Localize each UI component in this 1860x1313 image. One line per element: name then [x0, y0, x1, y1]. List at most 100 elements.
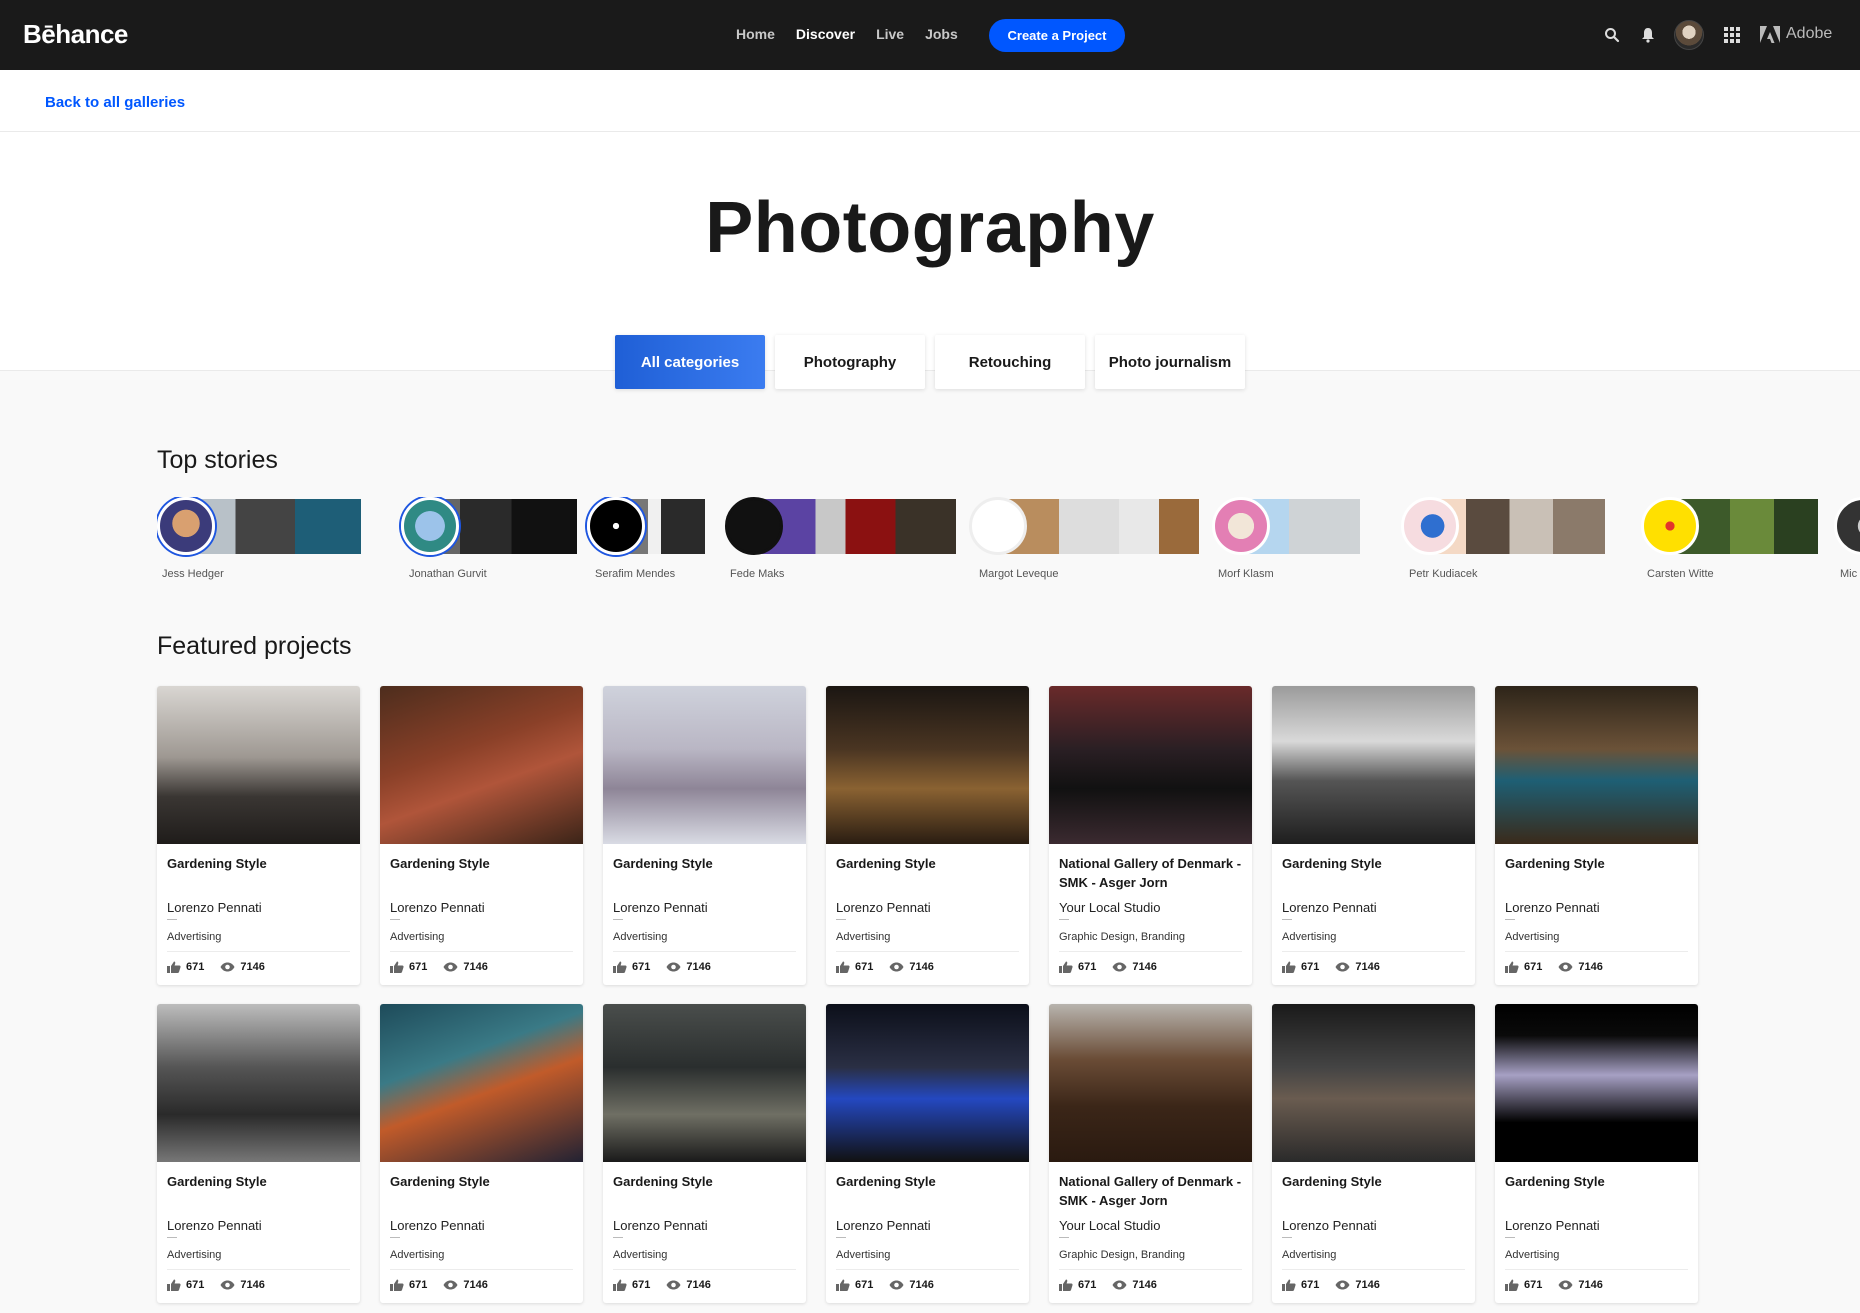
tab-all-categories[interactable]: All categories [615, 335, 765, 389]
project-title[interactable]: Gardening Style [390, 1172, 576, 1191]
project-title[interactable]: National Gallery of Denmark - SMK - Asge… [1059, 1172, 1245, 1210]
project-thumbnail[interactable] [1495, 686, 1698, 844]
thumbs-up-icon[interactable] [390, 961, 404, 973]
thumbs-up-icon[interactable] [167, 1279, 181, 1291]
project-owner[interactable]: Lorenzo Pennati [167, 900, 262, 915]
project-title[interactable]: Gardening Style [836, 854, 1022, 873]
divider [613, 951, 796, 952]
adobe-logo[interactable]: Adobe [1760, 25, 1832, 43]
project-thumbnail[interactable] [826, 686, 1029, 844]
project-thumbnail[interactable] [157, 1004, 360, 1162]
project-title[interactable]: Gardening Style [1505, 854, 1691, 873]
project-owner[interactable]: Lorenzo Pennati [613, 900, 708, 915]
behance-logo[interactable]: Bēhance [23, 19, 128, 50]
thumbs-up-icon[interactable] [836, 961, 850, 973]
project-owner[interactable]: Lorenzo Pennati [1282, 1218, 1377, 1233]
project-owner[interactable]: Lorenzo Pennati [1505, 1218, 1600, 1233]
project-owner[interactable]: Lorenzo Pennati [1282, 900, 1377, 915]
project-title[interactable]: Gardening Style [167, 1172, 353, 1191]
tab-retouching[interactable]: Retouching [935, 335, 1085, 389]
project-title[interactable]: Gardening Style [390, 854, 576, 873]
project-title[interactable]: Gardening Style [836, 1172, 1022, 1191]
thumbs-up-icon[interactable] [613, 1279, 627, 1291]
project-owner[interactable]: Lorenzo Pennati [390, 1218, 485, 1233]
eye-icon [443, 962, 458, 972]
project-owner[interactable]: Lorenzo Pennati [167, 1218, 262, 1233]
nav-item-home[interactable]: Home [736, 26, 775, 42]
project-owner[interactable]: Lorenzo Pennati [613, 1218, 708, 1233]
project-title[interactable]: Gardening Style [613, 1172, 799, 1191]
project-card[interactable]: National Gallery of Denmark - SMK - Asge… [1049, 686, 1252, 985]
project-owner[interactable]: Lorenzo Pennati [1505, 900, 1600, 915]
project-title[interactable]: National Gallery of Denmark - SMK - Asge… [1059, 854, 1245, 892]
project-thumbnail[interactable] [1272, 686, 1475, 844]
view-count: 7146 [1578, 961, 1603, 973]
project-owner[interactable]: Lorenzo Pennati [390, 900, 485, 915]
project-card[interactable]: Gardening Style Lorenzo Pennati Advertis… [1495, 686, 1698, 985]
project-owner[interactable]: Your Local Studio [1059, 1218, 1160, 1233]
project-owner[interactable]: Lorenzo Pennati [836, 1218, 931, 1233]
thumbs-up-icon[interactable] [167, 961, 181, 973]
project-title[interactable]: Gardening Style [1282, 854, 1468, 873]
nav-item-live[interactable]: Live [876, 26, 904, 42]
thumbs-up-icon[interactable] [836, 1279, 850, 1291]
avatar[interactable] [1674, 20, 1704, 50]
nav-item-jobs[interactable]: Jobs [925, 26, 958, 42]
divider [390, 919, 400, 920]
nav-item-discover[interactable]: Discover [796, 26, 855, 42]
divider [613, 1237, 623, 1238]
thumbs-up-icon[interactable] [1505, 961, 1519, 973]
project-card[interactable]: Gardening Style Lorenzo Pennati Advertis… [603, 1004, 806, 1303]
project-title[interactable]: Gardening Style [613, 854, 799, 873]
project-owner[interactable]: Your Local Studio [1059, 900, 1160, 915]
project-card[interactable]: Gardening Style Lorenzo Pennati Advertis… [380, 686, 583, 985]
project-card[interactable]: Gardening Style Lorenzo Pennati Advertis… [826, 686, 1029, 985]
like-count: 671 [1301, 1279, 1320, 1291]
back-to-galleries-link[interactable]: Back to all galleries [45, 94, 185, 111]
project-category: Advertising [390, 1249, 445, 1261]
project-thumbnail[interactable] [603, 1004, 806, 1162]
thumbs-up-icon[interactable] [1282, 1279, 1296, 1291]
eye-icon [220, 962, 235, 972]
project-category: Advertising [836, 1249, 891, 1261]
project-title[interactable]: Gardening Style [1505, 1172, 1691, 1191]
project-card[interactable]: Gardening Style Lorenzo Pennati Advertis… [1272, 686, 1475, 985]
project-card[interactable]: Gardening Style Lorenzo Pennati Advertis… [157, 1004, 360, 1303]
project-thumbnail[interactable] [1495, 1004, 1698, 1162]
project-card[interactable]: Gardening Style Lorenzo Pennati Advertis… [1272, 1004, 1475, 1303]
project-thumbnail[interactable] [826, 1004, 1029, 1162]
thumbs-up-icon[interactable] [390, 1279, 404, 1291]
project-thumbnail[interactable] [380, 1004, 583, 1162]
apps-grid-icon[interactable] [1717, 20, 1747, 50]
view-count: 7146 [240, 961, 265, 973]
like-count: 671 [632, 961, 651, 973]
thumbs-up-icon[interactable] [1059, 1279, 1073, 1291]
project-thumbnail[interactable] [1272, 1004, 1475, 1162]
project-card[interactable]: Gardening Style Lorenzo Pennati Advertis… [157, 686, 360, 985]
search-icon[interactable] [1597, 20, 1627, 50]
tab-photo-journalism[interactable]: Photo journalism [1095, 335, 1245, 389]
project-card[interactable]: Gardening Style Lorenzo Pennati Advertis… [826, 1004, 1029, 1303]
project-owner[interactable]: Lorenzo Pennati [836, 900, 931, 915]
project-thumbnail[interactable] [380, 686, 583, 844]
thumbs-up-icon[interactable] [1505, 1279, 1519, 1291]
project-category: Advertising [167, 931, 222, 943]
project-thumbnail[interactable] [603, 686, 806, 844]
project-stats: 671 7146 [390, 961, 504, 973]
project-card[interactable]: Gardening Style Lorenzo Pennati Advertis… [1495, 1004, 1698, 1303]
create-project-button[interactable]: Create a Project [989, 19, 1125, 52]
thumbs-up-icon[interactable] [613, 961, 627, 973]
thumbs-up-icon[interactable] [1059, 961, 1073, 973]
project-card[interactable]: Gardening Style Lorenzo Pennati Advertis… [380, 1004, 583, 1303]
project-title[interactable]: Gardening Style [167, 854, 353, 873]
project-thumbnail[interactable] [1049, 686, 1252, 844]
project-title[interactable]: Gardening Style [1282, 1172, 1468, 1191]
like-count: 671 [855, 961, 874, 973]
project-thumbnail[interactable] [1049, 1004, 1252, 1162]
thumbs-up-icon[interactable] [1282, 961, 1296, 973]
project-card[interactable]: Gardening Style Lorenzo Pennati Advertis… [603, 686, 806, 985]
bell-icon[interactable] [1633, 20, 1663, 50]
tab-photography[interactable]: Photography [775, 335, 925, 389]
project-thumbnail[interactable] [157, 686, 360, 844]
project-card[interactable]: National Gallery of Denmark - SMK - Asge… [1049, 1004, 1252, 1303]
